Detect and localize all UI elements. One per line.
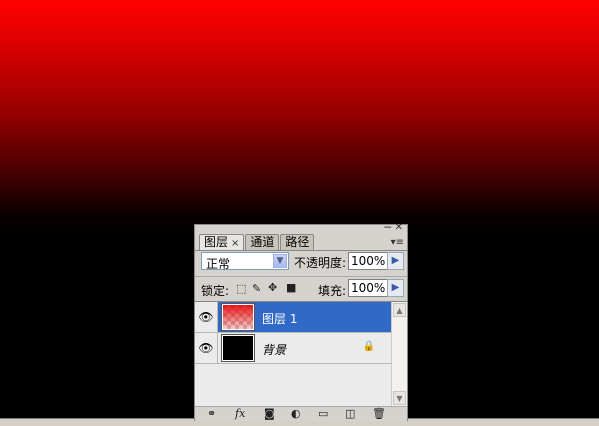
opacity-input[interactable]: 100%	[348, 252, 388, 270]
lock-label: 锁定:	[201, 284, 230, 298]
tab-layers-label: 图层	[204, 235, 229, 249]
adjustment-icon[interactable]: ◐	[291, 407, 301, 421]
lock-all-icon[interactable]: ■	[286, 281, 296, 294]
group-icon[interactable]: ▭	[318, 407, 328, 421]
fx-icon[interactable]: fx	[235, 407, 245, 421]
layer-thumbnail	[221, 334, 255, 362]
layer-row-layer1[interactable]: 👁 图层 1	[195, 302, 391, 333]
layer-thumbnail	[221, 303, 255, 331]
fill-input[interactable]: 100%	[348, 279, 388, 297]
opacity-label: 不透明度:	[294, 256, 347, 270]
divider	[195, 276, 407, 277]
trash-icon[interactable]: 🗑	[372, 407, 386, 421]
panel-titlebar[interactable]: ─ ✕	[195, 221, 407, 234]
opacity-slider-button[interactable]: ▶	[387, 252, 404, 270]
eye-icon[interactable]: 👁	[195, 333, 218, 363]
layer-name: 背景	[262, 343, 287, 357]
tab-paths-label: 路径	[285, 235, 310, 249]
blend-mode-value: 正常	[206, 257, 231, 271]
link-icon[interactable]: ⚭	[207, 407, 216, 421]
panel-bottom-toolbar: ⚭ fx ◙ ◐ ▭ ◫ 🗑	[195, 406, 407, 421]
blend-mode-select[interactable]: 正常 ▼	[201, 252, 289, 271]
fill-label: 填充:	[318, 284, 347, 298]
new-layer-icon[interactable]: ◫	[345, 407, 355, 421]
lock-pixels-icon[interactable]: ✎	[252, 282, 261, 295]
panel-menu-icon[interactable]: ▾≡	[391, 237, 404, 248]
fill-slider-button[interactable]: ▶	[387, 279, 404, 297]
lock-position-icon[interactable]: ✥	[268, 281, 277, 294]
scroll-up-icon[interactable]: ▲	[393, 303, 406, 317]
tab-close-icon[interactable]: ×	[231, 238, 239, 249]
scroll-down-icon[interactable]: ▼	[393, 391, 406, 405]
layer-row-background[interactable]: 👁 背景 🔒	[195, 333, 391, 364]
layer-name: 图层 1	[262, 312, 298, 326]
tab-channels[interactable]: 通道	[245, 234, 280, 250]
minimize-icon[interactable]: ─	[384, 221, 391, 234]
blend-opacity-row: 正常 ▼ 不透明度: 100% ▶	[195, 251, 407, 276]
layer-list-scrollbar[interactable]: ▲ ▼	[391, 302, 407, 406]
lock-icon: 🔒	[362, 341, 375, 352]
tab-channels-label: 通道	[250, 235, 275, 249]
close-icon[interactable]: ✕	[395, 222, 403, 233]
panel-tabs: 图层 × 通道 路径	[199, 234, 315, 251]
chevron-down-icon[interactable]: ▼	[273, 254, 287, 268]
layers-panel: ─ ✕ 图层 × 通道 路径 ▾≡ 正常 ▼ 不透明度: 100% ▶ 锁定: ⬚…	[194, 221, 408, 421]
eye-icon[interactable]: 👁	[195, 302, 218, 332]
tab-layers[interactable]: 图层 ×	[199, 234, 245, 251]
layer-name-cell[interactable]: 图层 1	[218, 302, 391, 332]
lock-transparent-icon[interactable]: ⬚	[236, 282, 246, 295]
mask-icon[interactable]: ◙	[264, 407, 275, 421]
tab-paths[interactable]: 路径	[280, 234, 315, 250]
layer-list: 👁 图层 1 👁 背景 🔒	[195, 302, 391, 406]
layer-name-cell[interactable]: 背景 🔒	[218, 333, 391, 363]
